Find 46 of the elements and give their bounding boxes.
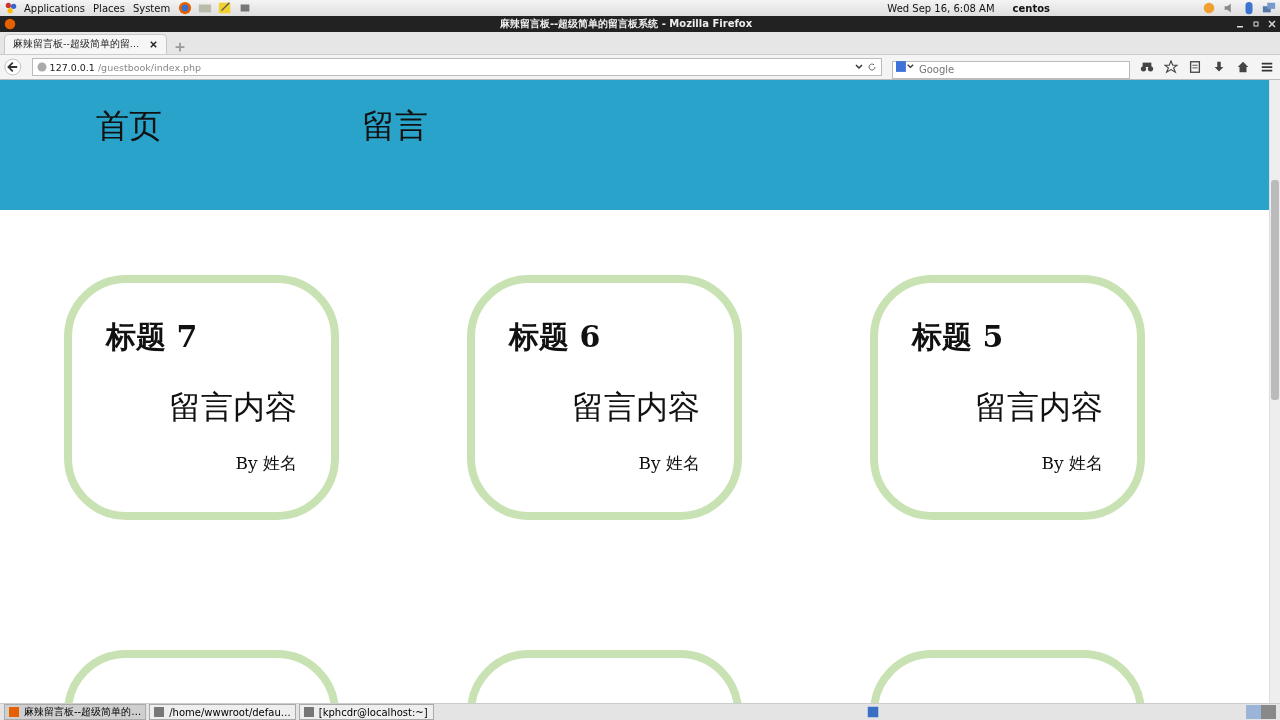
binoculars-icon[interactable]	[1140, 60, 1154, 74]
home-icon[interactable]	[1236, 60, 1250, 74]
url-host: 127.0.0.1	[49, 61, 95, 73]
nav-link[interactable]: 首页	[96, 103, 162, 149]
clock[interactable]: Wed Sep 16, 6:08 AM	[887, 2, 995, 14]
message-title: 标题 5	[912, 318, 1005, 356]
message-author: By 姓名	[637, 452, 700, 475]
menu-icon[interactable]	[1260, 60, 1274, 74]
reload-icon[interactable]	[867, 62, 877, 72]
nav-link[interactable]: 留言	[362, 103, 428, 149]
reading-list-icon[interactable]	[1188, 60, 1202, 74]
taskbar-item[interactable]: 麻辣留言板--超级简单的…	[4, 704, 147, 720]
message-author: By 姓名	[1040, 452, 1103, 475]
message-content: 留言内容	[571, 387, 700, 428]
search-field[interactable]: Google	[892, 60, 1130, 79]
notes-launcher-icon[interactable]	[218, 1, 233, 15]
browser-tab[interactable]: 麻辣留言板--超级简单的留…	[4, 34, 168, 54]
browser-icon	[9, 707, 19, 717]
back-icon[interactable]	[4, 58, 22, 76]
address-field[interactable]: 127.0.0.1 /guestbook/index.php	[31, 58, 882, 76]
search-engine-icon[interactable]	[896, 61, 914, 72]
star-icon[interactable]	[1164, 60, 1178, 74]
window-icon	[303, 707, 314, 717]
download-icon[interactable]	[1212, 60, 1226, 74]
message-title: 标题 6	[509, 318, 602, 356]
browser-icon	[3, 17, 17, 31]
message-author: By 姓名	[234, 452, 297, 475]
message-title: 标题 7	[106, 318, 199, 356]
workspace-switcher-icon[interactable]	[1246, 705, 1276, 719]
message-content: 留言内容	[974, 387, 1103, 428]
system-menu[interactable]: Places	[93, 2, 125, 14]
system-menu[interactable]: Applications	[24, 2, 86, 14]
window-icon	[154, 707, 165, 717]
user-name[interactable]: centos	[1012, 2, 1050, 14]
taskbar-item[interactable]: /home/wwwroot/defau…	[149, 704, 296, 720]
network-icon[interactable]	[1262, 1, 1276, 15]
dropdown-icon[interactable]	[854, 62, 864, 72]
maximize-icon[interactable]	[1251, 19, 1261, 29]
browser-launcher-icon[interactable]	[178, 1, 193, 15]
close-icon[interactable]	[149, 40, 159, 49]
message-content: 留言内容	[168, 387, 297, 428]
system-menu[interactable]: System	[132, 2, 171, 14]
scrollbar[interactable]	[1269, 80, 1280, 703]
window-title: 麻辣留言板--超级简单的留言板系统 - Mozilla Firefox	[498, 17, 754, 31]
taskbar-item[interactable]: [kphcdr@localhost:~]	[298, 704, 434, 720]
url-path: /guestbook/index.php	[97, 61, 202, 73]
